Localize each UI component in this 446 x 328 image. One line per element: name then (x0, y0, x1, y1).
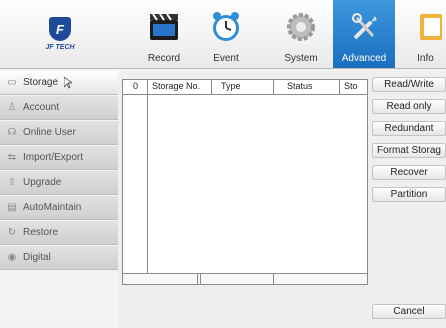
digital-icon: ◉ (7, 252, 17, 263)
sidebar-item-upgrade[interactable]: ⇧ Upgrade (0, 171, 118, 195)
gear-icon (287, 13, 315, 41)
storage-panel: 0 Storage No. Type Status Sto Read/Write… (118, 71, 446, 328)
upgrade-icon: ⇧ (7, 177, 17, 188)
column-header-storage: Sto (344, 81, 358, 91)
sidebar-item-account[interactable]: ♙ Account (0, 96, 118, 120)
shield-logo-icon: F (49, 17, 71, 41)
brand-name: JF TECH (45, 44, 75, 51)
redundant-button[interactable]: Redundant (372, 121, 446, 136)
storage-table[interactable]: 0 Storage No. Type Status Sto (122, 79, 368, 285)
column-divider (339, 80, 340, 94)
tab-event-label: Event (213, 53, 239, 64)
recover-button[interactable]: Recover (372, 165, 446, 180)
column-header-type: Type (221, 81, 241, 91)
tab-event[interactable]: Event (195, 0, 257, 68)
column-header-index: 0 (133, 81, 139, 91)
sidebar-item-import-export[interactable]: ⇆ Import/Export (0, 146, 118, 170)
alarm-clock-icon (213, 12, 239, 41)
table-header: 0 Storage No. Type Status Sto (123, 80, 367, 95)
column-header-status: Status (287, 81, 313, 91)
sidebar-item-restore[interactable]: ↻ Restore (0, 221, 118, 245)
scrollbar-grip (273, 274, 274, 284)
tab-record[interactable]: Record (133, 0, 195, 68)
online-users-icon: ☊ (7, 127, 17, 138)
sidebar-item-label: Import/Export (23, 152, 84, 163)
column-divider (147, 80, 148, 284)
tab-record-label: Record (147, 53, 181, 64)
read-only-button[interactable]: Read only (372, 99, 446, 114)
column-divider (273, 80, 274, 94)
sidebar-item-label: Online User (23, 127, 76, 138)
sidebar-item-digital[interactable]: ◉ Digital (0, 246, 118, 270)
sidebar-item-label: Storage (23, 77, 59, 88)
sidebar-item-label: Restore (23, 227, 59, 238)
clapperboard-icon (150, 13, 178, 40)
top-nav-bar: F JF TECH Record Event System Advanced I… (0, 0, 446, 69)
tab-info[interactable]: Info (405, 0, 446, 68)
cancel-button[interactable]: Cancel (372, 304, 446, 319)
tab-advanced-label: Advanced (341, 53, 387, 64)
column-divider (211, 80, 212, 94)
sidebar-item-label: AutoMaintain (23, 202, 82, 213)
sidebar-item-online-user[interactable]: ☊ Online User (0, 121, 118, 145)
read-write-button[interactable]: Read/Write (372, 77, 446, 92)
sidebar-item-label: Upgrade (23, 177, 62, 188)
sidebar-item-storage[interactable]: ▭ Storage (0, 71, 118, 95)
scrollbar-grip (197, 274, 198, 284)
info-book-icon (419, 14, 442, 40)
mouse-pointer-icon (64, 76, 73, 89)
sidebar-item-automaintain[interactable]: ▤ AutoMaintain (0, 196, 118, 220)
tab-advanced[interactable]: Advanced (333, 0, 395, 68)
sidebar: ▭ Storage ♙ Account ☊ Online User ⇆ Impo… (0, 71, 118, 271)
scrollbar-grip (200, 274, 201, 284)
account-icon: ♙ (7, 102, 17, 113)
restore-icon: ↻ (7, 227, 17, 238)
tools-icon (352, 13, 377, 40)
automaintain-icon: ▤ (7, 202, 17, 213)
storage-icon: ▭ (7, 77, 17, 88)
tab-info-label: Info (417, 53, 434, 64)
tab-system-label: System (284, 53, 318, 64)
brand-logo: F JF TECH (0, 0, 120, 68)
partition-button[interactable]: Partition (372, 187, 446, 202)
tab-system[interactable]: System (270, 0, 332, 68)
format-storage-button[interactable]: Format Storag (372, 143, 446, 158)
sidebar-item-label: Digital (23, 252, 51, 263)
import-export-icon: ⇆ (7, 152, 17, 163)
sidebar-item-label: Account (23, 102, 60, 113)
column-header-storage-no: Storage No. (152, 81, 201, 91)
horizontal-scrollbar[interactable] (123, 273, 367, 284)
